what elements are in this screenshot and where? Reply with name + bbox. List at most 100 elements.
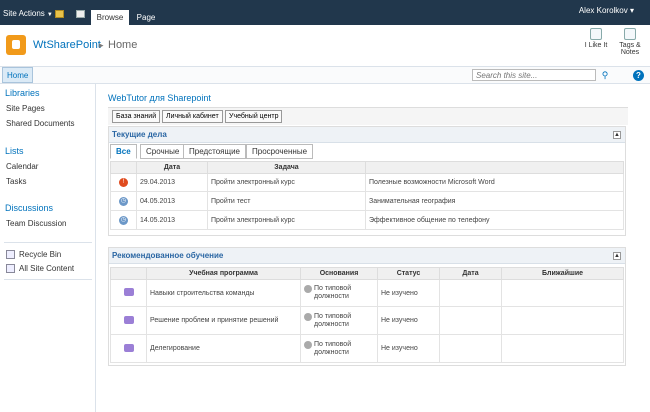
- lists-heading[interactable]: Lists: [5, 146, 24, 156]
- status-cell: ◷: [110, 210, 137, 230]
- column-header-date: Дата: [439, 267, 502, 280]
- status-cell: Не изучено: [377, 306, 440, 335]
- site-title[interactable]: WtSharePoint: [33, 39, 101, 51]
- basis-icon: [304, 285, 312, 293]
- search-icon[interactable]: ⚲: [599, 69, 611, 81]
- quick-launch: Libraries Site Pages Shared Documents Li…: [0, 84, 96, 412]
- help-icon[interactable]: ?: [633, 70, 644, 81]
- sidebar-item-tasks[interactable]: Tasks: [6, 177, 26, 186]
- training-center-button[interactable]: Учебный центр: [225, 110, 283, 123]
- nav-home[interactable]: Home: [2, 67, 34, 83]
- table-row[interactable]: Навыки строительства команды По типовой д…: [110, 279, 624, 307]
- ribbon-bar: Site Actions ▼ Browse Page Alex Korolkov …: [0, 0, 650, 25]
- sidebar-item-shared-documents[interactable]: Shared Documents: [6, 119, 74, 128]
- current-tasks-table: Дата Задача ! 29.04.2013 Пройти электрон…: [110, 161, 624, 230]
- basis-line-1: По типовой: [314, 285, 352, 292]
- i-like-it-label: I Like It: [584, 42, 608, 49]
- tag-icon: [624, 28, 636, 40]
- status-cell: Не изучено: [377, 279, 440, 307]
- table-row[interactable]: ! 29.04.2013 Пройти электронный курс Пол…: [110, 173, 624, 192]
- program-link[interactable]: Делегирование: [146, 334, 301, 363]
- basis-line-2: должности: [314, 320, 349, 328]
- table-row[interactable]: Делегирование По типовой должности Не изу…: [110, 334, 624, 363]
- tab-upcoming[interactable]: Предстоящие: [183, 144, 246, 159]
- table-row[interactable]: ◷ 14.05.2013 Пройти электронный курс Эфф…: [110, 210, 624, 230]
- sidebar-item-team-discussion[interactable]: Team Discussion: [6, 219, 66, 228]
- breadcrumb-current: Home: [108, 39, 138, 51]
- column-header-basis: Основания: [300, 267, 378, 280]
- knowledge-base-button[interactable]: База знаний: [112, 110, 161, 123]
- user-menu[interactable]: Alex Korolkov ▾: [579, 6, 634, 15]
- i-like-it-button[interactable]: I Like It: [582, 28, 610, 49]
- basis-cell: По типовой должности: [300, 334, 378, 363]
- table-header-row: Учебная программа Основания Статус Дата …: [110, 267, 624, 280]
- task-item-link[interactable]: Полезные возможности Microsoft Word: [365, 173, 624, 192]
- tab-page[interactable]: Page: [132, 10, 160, 25]
- column-header-date: Дата: [136, 161, 208, 174]
- user-name[interactable]: Alex Korolkov: [579, 6, 628, 15]
- site-logo-icon[interactable]: [6, 35, 26, 55]
- navigate-up-icon[interactable]: [55, 10, 64, 18]
- table-row[interactable]: ◷ 04.05.2013 Пройти тест Занимательная г…: [110, 191, 624, 211]
- task-action: Пройти электронный курс: [207, 210, 366, 230]
- webtutor-toolbar: База знаний Личный кабинет Учебный центр: [108, 107, 628, 125]
- upcoming-cell: [501, 279, 624, 307]
- program-link[interactable]: Навыки строительства команды: [146, 279, 301, 307]
- task-date: 29.04.2013: [136, 173, 208, 192]
- task-item-link[interactable]: Эффективное общение по телефону: [365, 210, 624, 230]
- status-cell: !: [110, 173, 137, 192]
- site-actions-menu[interactable]: Site Actions ▼: [3, 9, 53, 18]
- upcoming-cell: [501, 334, 624, 363]
- sidebar-item-calendar[interactable]: Calendar: [6, 162, 38, 171]
- course-icon: [123, 288, 134, 296]
- task-date: 04.05.2013: [136, 191, 208, 211]
- collapse-icon[interactable]: ▲: [613, 131, 621, 139]
- recommended-training-table: Учебная программа Основания Статус Дата …: [110, 267, 624, 363]
- page-title: WebTutor для Sharepoint: [108, 93, 211, 103]
- basis-text: По типовой должности: [314, 341, 351, 357]
- recommended-training-panel: Рекомендованное обучение ▲ Учебная прогр…: [108, 247, 626, 366]
- program-link[interactable]: Решение проблем и принятие решений: [146, 306, 301, 335]
- clock-icon: ◷: [119, 215, 128, 225]
- column-header-item: [365, 161, 624, 174]
- personal-cabinet-button[interactable]: Личный кабинет: [162, 110, 223, 123]
- tab-all[interactable]: Все: [110, 144, 137, 159]
- alert-icon: !: [119, 178, 128, 187]
- table-header-row: Дата Задача: [110, 161, 624, 174]
- recommended-training-title: Рекомендованное обучение: [112, 251, 224, 260]
- tags-notes-button[interactable]: Tags & Notes: [613, 28, 647, 56]
- recycle-bin-icon: [6, 250, 15, 259]
- tab-browse[interactable]: Browse: [91, 10, 129, 25]
- basis-icon: [304, 312, 312, 321]
- column-header-program: Учебная программа: [146, 267, 301, 280]
- clock-icon: ◷: [119, 196, 128, 206]
- sidebar-divider: [4, 279, 92, 280]
- course-icon: [123, 343, 134, 352]
- sidebar-divider: [4, 242, 92, 243]
- basis-text: По типовой должности: [314, 313, 351, 329]
- site-actions-label[interactable]: Site Actions: [3, 9, 45, 18]
- chevron-down-icon: ▾: [629, 6, 634, 15]
- sidebar-item-site-pages[interactable]: Site Pages: [6, 104, 45, 113]
- edit-page-icon[interactable]: [76, 10, 85, 18]
- tab-urgent[interactable]: Срочные: [140, 144, 186, 159]
- course-icon-cell: [110, 306, 147, 335]
- breadcrumb-separator: ▸: [99, 40, 104, 50]
- table-row[interactable]: Решение проблем и принятие решений По ти…: [110, 306, 624, 335]
- date-cell: [439, 306, 502, 335]
- basis-line-2: должности: [314, 293, 349, 300]
- tab-overdue[interactable]: Просроченные: [246, 144, 314, 159]
- site-header: WtSharePoint ▸ Home I Like It Tags & Not…: [0, 25, 650, 67]
- search-input[interactable]: [472, 69, 596, 81]
- discussions-heading[interactable]: Discussions: [5, 203, 53, 213]
- libraries-heading[interactable]: Libraries: [5, 88, 40, 98]
- current-tasks-header: Текущие дела ▲: [109, 127, 625, 143]
- task-item-link[interactable]: Занимательная география: [365, 191, 624, 211]
- basis-line-1: По типовой: [314, 312, 352, 320]
- sidebar-item-recycle-bin[interactable]: Recycle Bin: [19, 250, 61, 259]
- column-header-upcoming: Ближайшие: [501, 267, 624, 280]
- sidebar-item-all-site-content[interactable]: All Site Content: [19, 264, 74, 273]
- collapse-icon[interactable]: ▲: [613, 252, 621, 260]
- column-header-icon: [110, 267, 147, 280]
- basis-line-1: По типовой: [314, 340, 352, 348]
